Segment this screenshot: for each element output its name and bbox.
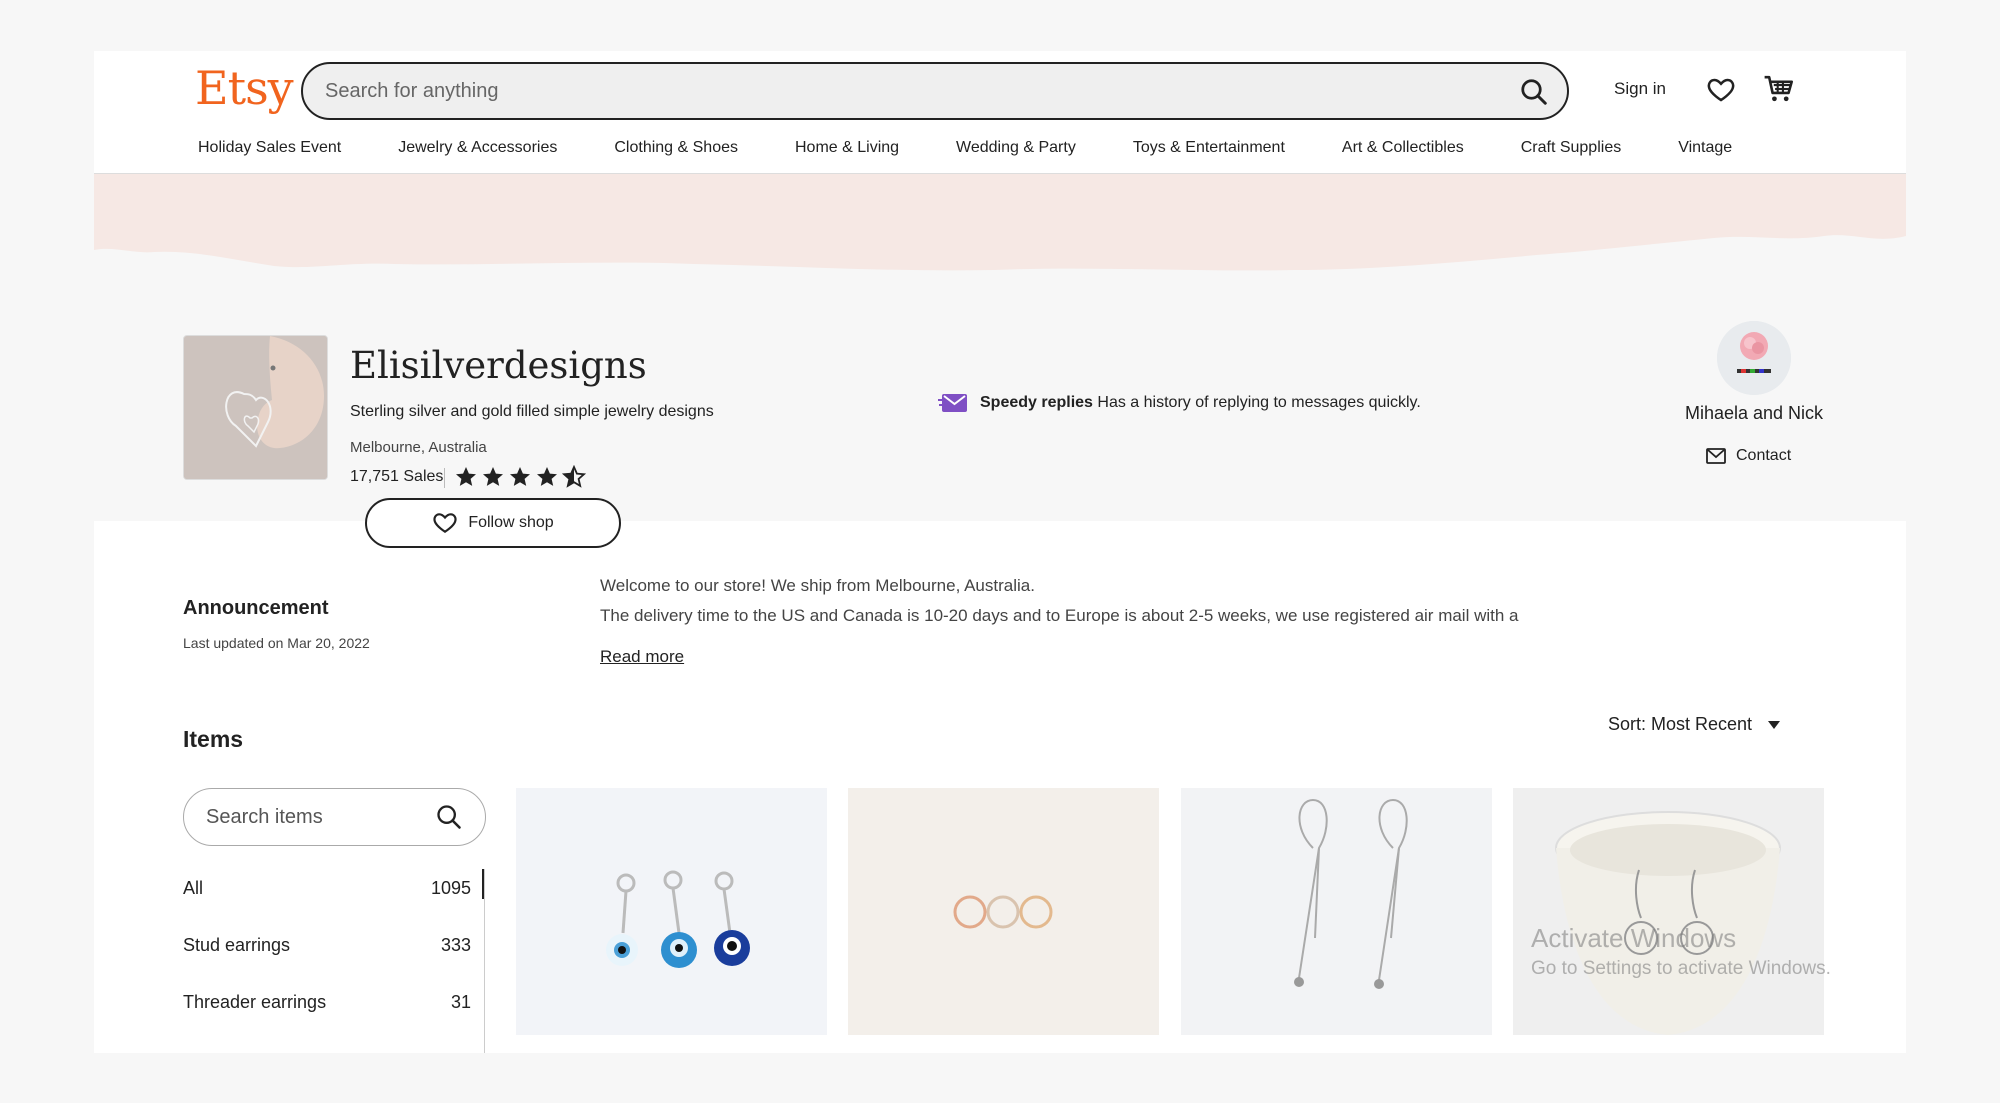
star-rating[interactable] — [454, 465, 586, 489]
nav-toys-entertainment[interactable]: Toys & Entertainment — [1133, 139, 1285, 157]
nav-clothing-shoes[interactable]: Clothing & Shoes — [614, 139, 738, 157]
shop-tagline: Sterling silver and gold filled simple j… — [350, 403, 714, 420]
listing-card[interactable] — [1513, 788, 1824, 1035]
listing-card[interactable] — [516, 788, 827, 1035]
speedy-replies-title: Speedy replies — [980, 394, 1093, 411]
star-icon — [510, 467, 530, 486]
nav-jewelry-accessories[interactable]: Jewelry & Accessories — [398, 139, 557, 157]
star-icon — [456, 467, 476, 486]
shop-location: Melbourne, Australia — [350, 439, 487, 456]
nav-home-living[interactable]: Home & Living — [795, 139, 899, 157]
nav-wedding-party[interactable]: Wedding & Party — [956, 139, 1076, 157]
star-icon — [537, 467, 557, 486]
owner-avatar[interactable] — [1717, 321, 1791, 395]
section-list: All 1095 Stud earrings 333 Threader earr… — [183, 863, 488, 1034]
search-icon[interactable] — [1519, 77, 1549, 107]
shop-owner-name[interactable]: Mihaela and Nick — [1684, 403, 1824, 424]
threader-earrings-photo — [1181, 788, 1492, 1035]
section-item-threader-earrings[interactable]: Threader earrings 31 — [183, 977, 488, 1034]
section-label: Stud earrings — [183, 935, 291, 955]
follow-shop-label: Follow shop — [468, 514, 554, 531]
sort-label: Sort: Most Recent — [1608, 714, 1753, 734]
etsy-page: Etsy Sign in Holiday Sales Event Jewelry… — [94, 51, 1906, 1053]
section-active-indicator — [482, 869, 484, 899]
section-item-stud-earrings[interactable]: Stud earrings 333 — [183, 920, 488, 977]
gold-rings-photo — [848, 788, 1159, 1035]
announcement-text-line1: Welcome to our store! We ship from Melbo… — [600, 576, 1035, 595]
section-item-all[interactable]: All 1095 — [183, 863, 488, 920]
listing-card[interactable] — [848, 788, 1159, 1035]
announcement-date: Last updated on Mar 20, 2022 — [183, 635, 370, 651]
shop-logo-image — [183, 335, 328, 480]
section-label: All — [183, 878, 204, 898]
section-list-rule — [484, 869, 485, 1053]
envelope-icon — [938, 394, 967, 412]
sign-in-link[interactable]: Sign in — [1614, 79, 1666, 99]
flower-avatar-image — [1717, 321, 1791, 395]
nav-holiday-sales-event[interactable]: Holiday Sales Event — [198, 139, 341, 157]
main-search-bar[interactable] — [301, 62, 1569, 120]
item-search-bar[interactable] — [183, 788, 486, 846]
search-icon[interactable] — [435, 803, 463, 831]
activate-windows-title: Activate Windows — [1531, 923, 1737, 953]
nav-art-collectibles[interactable]: Art & Collectibles — [1342, 139, 1464, 157]
speedy-replies-text: Has a history of replying to messages qu… — [1097, 394, 1421, 411]
contact-label: Contact — [1736, 447, 1792, 464]
etsy-logo[interactable]: Etsy — [195, 61, 294, 115]
listing-card[interactable] — [1181, 788, 1492, 1035]
mail-icon — [1706, 448, 1726, 464]
items-heading: Items — [183, 726, 244, 752]
follow-shop-button[interactable]: Follow shop — [365, 498, 621, 548]
speedy-replies-badge: Speedy replies Has a history of replying… — [938, 392, 1421, 414]
caret-down-icon — [1768, 720, 1781, 729]
sales-count: 17,751 Sales — [350, 468, 444, 485]
shop-banner — [94, 174, 1906, 271]
sales-divider — [444, 468, 445, 488]
item-search-input[interactable] — [206, 804, 426, 830]
star-icon — [483, 467, 503, 486]
evil-eye-charms-photo — [516, 788, 827, 1035]
section-label: Threader earrings — [183, 992, 327, 1012]
section-count: 333 — [440, 935, 471, 955]
earrings-on-cup-photo — [1513, 788, 1824, 1035]
announcement-text-line2: The delivery time to the US and Canada i… — [600, 606, 1519, 625]
activate-windows-subtitle: Go to Settings to activate Windows. — [1531, 958, 1831, 979]
announcement-title: Announcement — [183, 597, 329, 619]
nav-craft-supplies[interactable]: Craft Supplies — [1521, 139, 1622, 157]
shop-name: Elisilverdesigns — [350, 344, 647, 387]
nav-vintage[interactable]: Vintage — [1678, 139, 1732, 157]
half-star-icon — [562, 465, 586, 488]
earring-heart-photo — [184, 336, 327, 479]
heart-icon — [433, 513, 457, 533]
read-more-link[interactable]: Read more — [600, 647, 684, 667]
section-count: 31 — [450, 992, 471, 1012]
cart-icon[interactable] — [1762, 73, 1796, 105]
category-nav: Holiday Sales Event Jewelry & Accessorie… — [198, 139, 1789, 157]
main-search-input[interactable] — [325, 76, 1475, 106]
section-count: 1095 — [430, 878, 471, 898]
contact-button[interactable]: Contact — [1706, 447, 1791, 465]
sort-dropdown[interactable]: Sort: Most Recent — [1608, 714, 1781, 735]
heart-icon[interactable] — [1706, 75, 1736, 105]
